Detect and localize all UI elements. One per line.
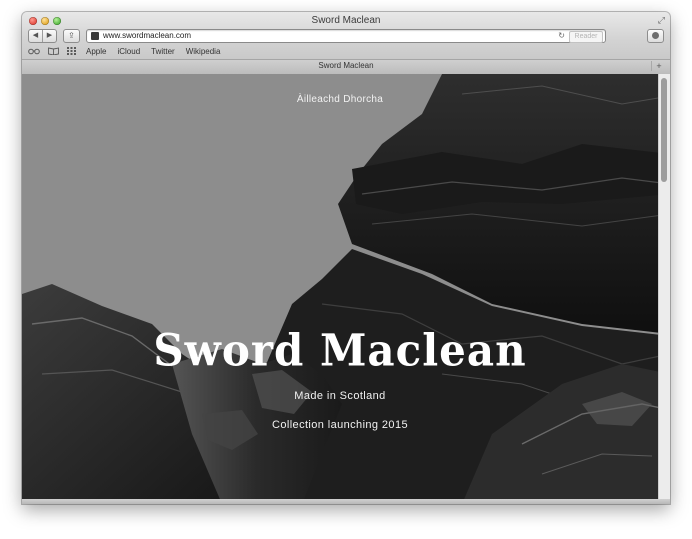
fullscreen-icon[interactable]: ⤢	[658, 15, 665, 26]
made-in-scotland-text: Made in Scotland	[294, 390, 386, 402]
brand-logo-text: Sword Maclean	[153, 324, 527, 377]
bookmark-apple[interactable]: Apple	[86, 47, 106, 56]
reader-button[interactable]: Reader	[569, 31, 603, 43]
window-title: Sword Maclean	[311, 15, 381, 26]
downloads-button[interactable]	[647, 29, 664, 43]
launch-announcement-text: Collection launching 2015	[272, 419, 408, 431]
back-forward-buttons: ◀ ▶	[28, 29, 57, 43]
vertical-scrollbar[interactable]	[658, 74, 670, 504]
back-button[interactable]: ◀	[29, 30, 43, 42]
tab-bar: Sword Maclean +	[22, 59, 670, 74]
bookmark-twitter[interactable]: Twitter	[151, 47, 175, 56]
bookmark-icloud[interactable]: iCloud	[117, 47, 140, 56]
browser-chrome: Sword Maclean ⤢ ◀ ▶ ⇪ www.swordmaclean.c…	[22, 12, 670, 74]
top-sites-icon[interactable]	[67, 47, 76, 55]
bookmarks-bar: Apple iCloud Twitter Wikipedia	[28, 45, 231, 57]
reload-icon[interactable]: ↻	[558, 30, 565, 42]
scrollbar-thumb[interactable]	[661, 78, 667, 182]
address-input[interactable]: www.swordmaclean.com	[103, 30, 191, 42]
address-bar[interactable]: www.swordmaclean.com ↻ Reader	[86, 29, 606, 43]
browser-window: Sword Maclean ⤢ ◀ ▶ ⇪ www.swordmaclean.c…	[22, 12, 670, 504]
gaelic-heading: Àilleachd Dhorcha	[296, 94, 384, 105]
window-bottom-bar	[22, 499, 670, 504]
rock-background-image	[22, 74, 670, 504]
bookmarks-icon[interactable]	[48, 47, 59, 55]
new-tab-button[interactable]: +	[651, 61, 666, 71]
tab-sword-maclean[interactable]: Sword Maclean	[22, 61, 670, 70]
bookmark-wikipedia[interactable]: Wikipedia	[186, 47, 221, 56]
forward-button[interactable]: ▶	[43, 30, 56, 42]
site-favicon-icon	[91, 32, 99, 40]
reading-list-icon[interactable]	[28, 47, 40, 55]
downloads-icon	[652, 32, 659, 39]
page-content: Àilleachd Dhorcha Sword Maclean Made in …	[22, 74, 670, 504]
share-button[interactable]: ⇪	[63, 29, 80, 43]
